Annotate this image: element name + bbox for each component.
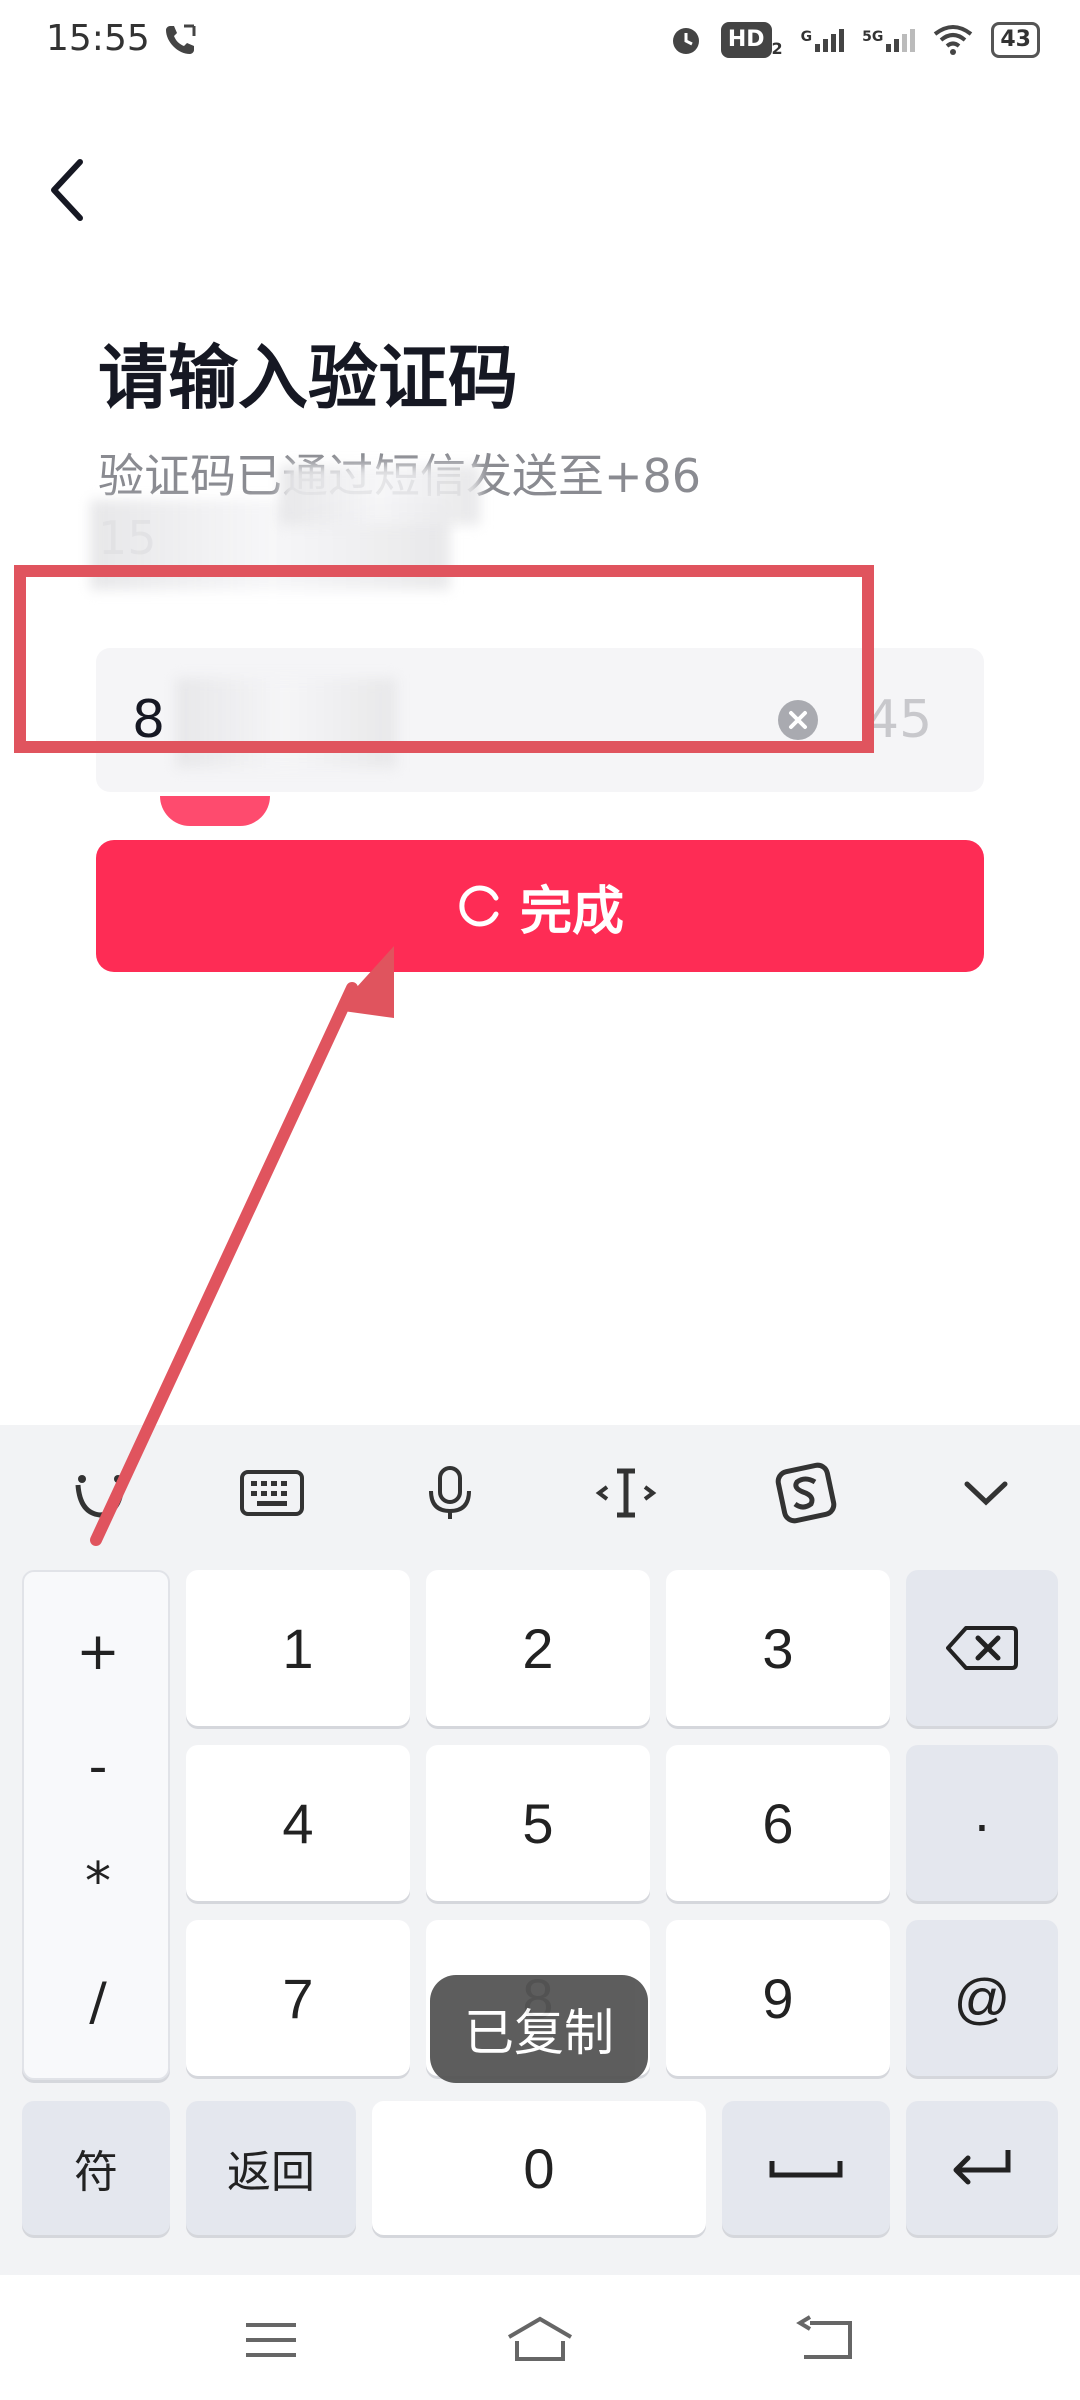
cursor-icon[interactable] (590, 1465, 662, 1521)
space-icon (769, 2161, 843, 2178)
key-3[interactable]: 3 (666, 1570, 890, 1726)
resend-countdown: 45 (866, 690, 933, 750)
page-title: 请输入验证码 (98, 337, 518, 419)
key-4[interactable]: 4 (186, 1745, 410, 1901)
symbol-column[interactable]: + - * / (22, 1570, 170, 2080)
status-icons: HD 2 G 5G 43 (669, 18, 1040, 62)
decorative-shape (160, 796, 270, 826)
dot-key[interactable]: · (906, 1745, 1058, 1901)
backspace-key[interactable] (906, 1570, 1058, 1726)
status-bar: 15:55 HD 2 G 5G 43 (0, 0, 1080, 80)
backspace-icon (946, 1626, 1018, 1670)
battery-icon: 43 (991, 22, 1040, 58)
home-icon[interactable] (505, 2315, 575, 2365)
subtitle-line-1: 验证码已通过短信发送至+86 (98, 445, 918, 507)
symbol-minus-key[interactable]: - (24, 1737, 172, 1797)
back-nav-icon[interactable] (790, 2315, 860, 2365)
key-7[interactable]: 7 (186, 1920, 410, 2076)
system-nav-bar (0, 2275, 1080, 2400)
phone-call-icon (166, 24, 196, 54)
space-key[interactable] (722, 2101, 890, 2235)
copied-toast: 已复制 (430, 1975, 648, 2083)
key-6[interactable]: 6 (666, 1745, 890, 1901)
at-key[interactable]: @ (906, 1920, 1058, 2076)
back-button[interactable] (40, 150, 100, 230)
return-key[interactable]: 返回 (186, 2101, 356, 2235)
key-0[interactable]: 0 (372, 2101, 706, 2235)
privacy-blur (280, 465, 480, 525)
done-button-label: 完成 (519, 881, 624, 942)
menu-icon[interactable] (236, 2315, 306, 2365)
enter-icon (953, 2150, 1011, 2185)
symbol-asterisk-key[interactable]: * (24, 1852, 172, 1912)
hd-badge: HD 2 (720, 22, 783, 58)
symbol-switch-key[interactable]: 符 (22, 2101, 170, 2235)
annotation-arrow (90, 946, 394, 1546)
annotation-highlight-box (14, 565, 874, 753)
key-2[interactable]: 2 (426, 1570, 650, 1726)
key-9[interactable]: 9 (666, 1920, 890, 2076)
sogou-icon[interactable] (770, 1462, 842, 1524)
signal-strength-1: G (801, 28, 845, 52)
key-1[interactable]: 1 (186, 1570, 410, 1726)
symbol-plus-key[interactable]: + (24, 1622, 172, 1682)
signal-strength-2: 5G (862, 28, 916, 52)
symbol-slash-key[interactable]: / (24, 1972, 172, 2032)
wifi-icon (934, 25, 973, 55)
alarm-icon (672, 28, 699, 54)
key-5[interactable]: 5 (426, 1745, 650, 1901)
enter-key[interactable] (906, 2101, 1058, 2235)
collapse-chevron-icon[interactable] (950, 1465, 1022, 1521)
status-time: 15:55 (46, 18, 150, 59)
